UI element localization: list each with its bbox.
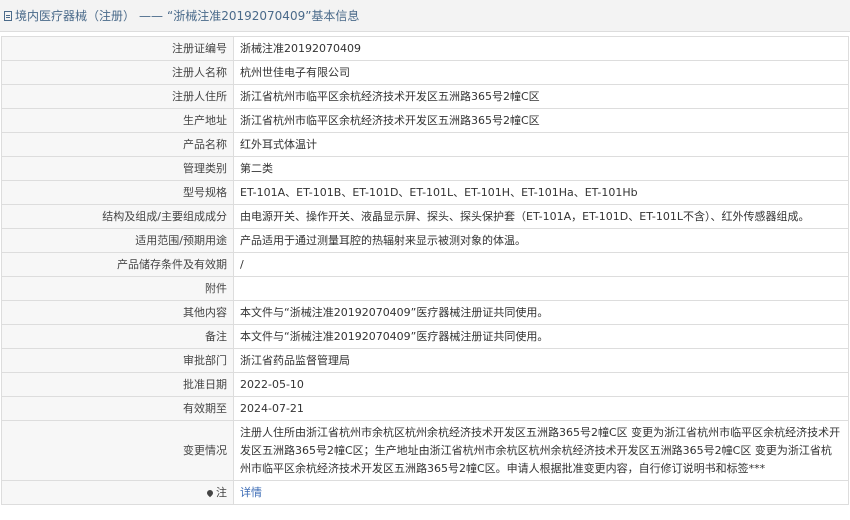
table-row: 附件 [1,276,849,301]
header-section: 境内医疗器械（注册） [15,9,136,23]
row-value: 2024-07-21 [233,396,849,421]
row-value: 浙械注准20192070409 [233,36,849,61]
row-label: 注册证编号 [1,36,234,61]
row-label: 变更情况 [1,420,234,481]
row-value: 红外耳式体温计 [233,132,849,157]
pin-icon [205,488,215,497]
table-row: 注册证编号 浙械注准20192070409 [1,36,849,61]
row-label: 管理类别 [1,156,234,181]
row-value: 第二类 [233,156,849,181]
row-value: 浙江省杭州市临平区余杭经济技术开发区五洲路365号2幢C区 [233,108,849,133]
page-header: 境内医疗器械（注册） —— “浙械注准20192070409”基本信息 [0,0,850,32]
row-value: 产品适用于通过测量耳腔的热辐射来显示被测对象的体温。 [233,228,849,253]
table-row: 管理类别 第二类 [1,156,849,181]
row-value: 由电源开关、操作开关、液晶显示屏、探头、探头保护套（ET-101A，ET-101… [233,204,849,229]
table-row: 适用范围/预期用途 产品适用于通过测量耳腔的热辐射来显示被测对象的体温。 [1,228,849,253]
table-row: 结构及组成/主要组成成分 由电源开关、操作开关、液晶显示屏、探头、探头保护套（E… [1,204,849,229]
info-table: 注册证编号 浙械注准20192070409 注册人名称 杭州世佳电子有限公司 注… [1,36,849,505]
row-label: 其他内容 [1,300,234,325]
header-separator: —— [139,8,164,23]
table-row: 生产地址 浙江省杭州市临平区余杭经济技术开发区五洲路365号2幢C区 [1,108,849,133]
table-row: 注册人住所 浙江省杭州市临平区余杭经济技术开发区五洲路365号2幢C区 [1,84,849,109]
row-label: 结构及组成/主要组成成分 [1,204,234,229]
table-row: 批准日期 2022-05-10 [1,372,849,397]
notes-value-cell: 详情 [233,480,849,505]
row-label: 型号规格 [1,180,234,205]
row-value: 2022-05-10 [233,372,849,397]
table-row: 审批部门 浙江省药品监督管理局 [1,348,849,373]
row-value: 浙江省杭州市临平区余杭经济技术开发区五洲路365号2幢C区 [233,84,849,109]
table-row: 备注 本文件与“浙械注准20192070409”医疗器械注册证共同使用。 [1,324,849,349]
row-label: 批准日期 [1,372,234,397]
row-value: / [233,252,849,277]
row-value [233,276,849,301]
table-row: 变更情况 注册人住所由浙江省杭州市余杭区杭州余杭经济技术开发区五洲路365号2幢… [1,420,849,481]
row-label: 审批部门 [1,348,234,373]
table-row: 其他内容 本文件与“浙械注准20192070409”医疗器械注册证共同使用。 [1,300,849,325]
table-row: 注册人名称 杭州世佳电子有限公司 [1,60,849,85]
row-label: 有效期至 [1,396,234,421]
notes-label-cell: 注 [1,480,234,505]
table-row: 有效期至 2024-07-21 [1,396,849,421]
row-label: 备注 [1,324,234,349]
notes-label: 注 [216,485,227,499]
row-label: 适用范围/预期用途 [1,228,234,253]
row-value: 杭州世佳电子有限公司 [233,60,849,85]
details-link[interactable]: 详情 [240,486,262,499]
row-value: 浙江省药品监督管理局 [233,348,849,373]
row-label: 注册人名称 [1,60,234,85]
table-row: 产品储存条件及有效期 / [1,252,849,277]
row-label: 附件 [1,276,234,301]
row-value: ET-101A、ET-101B、ET-101D、ET-101L、ET-101H、… [233,180,849,205]
table-row-notes: 注 详情 [1,480,849,505]
row-value: 本文件与“浙械注准20192070409”医疗器械注册证共同使用。 [233,324,849,349]
row-label: 注册人住所 [1,84,234,109]
table-row: 型号规格 ET-101A、ET-101B、ET-101D、ET-101L、ET-… [1,180,849,205]
row-label: 产品储存条件及有效期 [1,252,234,277]
table-row: 产品名称 红外耳式体温计 [1,132,849,157]
row-label: 产品名称 [1,132,234,157]
header-title: “浙械注准20192070409”基本信息 [167,9,360,23]
row-value: 注册人住所由浙江省杭州市余杭区杭州余杭经济技术开发区五洲路365号2幢C区 变更… [233,420,849,481]
document-icon [4,10,12,21]
row-label: 生产地址 [1,108,234,133]
row-value: 本文件与“浙械注准20192070409”医疗器械注册证共同使用。 [233,300,849,325]
